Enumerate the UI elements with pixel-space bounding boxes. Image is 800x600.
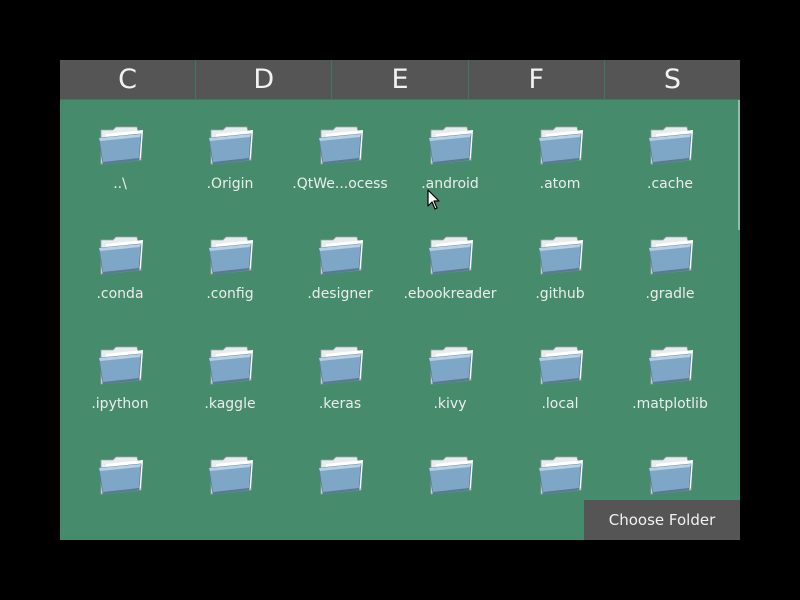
folder-label: .config xyxy=(206,286,254,302)
folder-label: .kaggle xyxy=(204,396,256,412)
folder-icon xyxy=(317,234,365,276)
drive-tab-d[interactable]: D xyxy=(196,60,333,100)
folder-icon xyxy=(647,124,695,166)
folder-item[interactable]: .keras xyxy=(285,340,395,450)
folder-label: .atom xyxy=(539,176,581,192)
folder-label: .github xyxy=(535,286,585,302)
folder-item[interactable] xyxy=(175,450,285,540)
folder-label: .keras xyxy=(318,396,362,412)
folder-icon xyxy=(317,344,365,386)
folder-label: .Origin xyxy=(206,176,254,192)
drive-tab-e[interactable]: E xyxy=(332,60,469,100)
folder-icon xyxy=(537,344,585,386)
folder-icon xyxy=(97,344,145,386)
folder-item[interactable] xyxy=(395,450,505,540)
folder-icon xyxy=(537,124,585,166)
folder-label: .matplotlib xyxy=(632,396,708,412)
folder-label: .android xyxy=(421,176,479,192)
folder-label: .kivy xyxy=(433,396,467,412)
folder-label: .gradle xyxy=(645,286,695,302)
folder-icon xyxy=(647,454,695,496)
folder-label: .conda xyxy=(96,286,144,302)
folder-label: .local xyxy=(541,396,579,412)
folder-icon xyxy=(207,124,255,166)
folder-item[interactable]: .gradle xyxy=(615,230,725,340)
folder-item[interactable]: .config xyxy=(175,230,285,340)
folder-icon xyxy=(427,454,475,496)
folder-icon xyxy=(207,234,255,276)
drive-tab-f[interactable]: F xyxy=(468,60,605,100)
folder-item[interactable]: .ebookreader xyxy=(395,230,505,340)
folder-icon xyxy=(427,124,475,166)
folder-item[interactable]: .local xyxy=(505,340,615,450)
folder-icon xyxy=(97,234,145,276)
folder-icon xyxy=(317,454,365,496)
folder-icon xyxy=(537,454,585,496)
folder-item[interactable]: ..\ xyxy=(65,120,175,230)
drive-tabs: C D E F S xyxy=(60,60,740,100)
drive-tab-c[interactable]: C xyxy=(60,60,197,100)
folder-icon xyxy=(537,234,585,276)
folder-icon xyxy=(427,234,475,276)
folder-label: .ebookreader xyxy=(403,286,497,302)
folder-item[interactable]: .cache xyxy=(615,120,725,230)
folder-grid: ..\ .Origin .QtWe...ocess .android .atom .cac… xyxy=(65,120,725,540)
folder-item[interactable]: .android xyxy=(395,120,505,230)
folder-item[interactable]: .Origin xyxy=(175,120,285,230)
folder-label: .ipython xyxy=(91,396,149,412)
mouse-cursor-icon xyxy=(427,189,440,210)
folder-icon xyxy=(97,124,145,166)
folder-label: ..\ xyxy=(113,176,127,192)
folder-item[interactable]: .matplotlib xyxy=(615,340,725,450)
folder-label: .QtWe...ocess xyxy=(292,176,388,192)
folder-item[interactable]: .QtWe...ocess xyxy=(285,120,395,230)
folder-icon xyxy=(317,124,365,166)
folder-icon xyxy=(97,454,145,496)
folder-label: .designer xyxy=(307,286,373,302)
folder-item[interactable]: .kivy xyxy=(395,340,505,450)
folder-item[interactable]: .designer xyxy=(285,230,395,340)
folder-item[interactable]: .github xyxy=(505,230,615,340)
folder-item[interactable]: .kaggle xyxy=(175,340,285,450)
folder-item[interactable]: .atom xyxy=(505,120,615,230)
folder-item[interactable] xyxy=(65,450,175,540)
folder-icon xyxy=(647,344,695,386)
folder-icon xyxy=(207,344,255,386)
folder-item[interactable]: .conda xyxy=(65,230,175,340)
folder-icon xyxy=(427,344,475,386)
folder-item[interactable] xyxy=(285,450,395,540)
choose-folder-button[interactable]: Choose Folder xyxy=(584,500,740,540)
folder-item[interactable]: .ipython xyxy=(65,340,175,450)
folder-icon xyxy=(647,234,695,276)
scrollbar[interactable] xyxy=(738,100,740,230)
file-chooser-dialog: C D E F S ..\ .Origin .QtWe...ocess .androi… xyxy=(60,60,740,540)
folder-icon xyxy=(207,454,255,496)
drive-tab-s[interactable]: S xyxy=(604,60,740,100)
folder-label: .cache xyxy=(647,176,693,192)
